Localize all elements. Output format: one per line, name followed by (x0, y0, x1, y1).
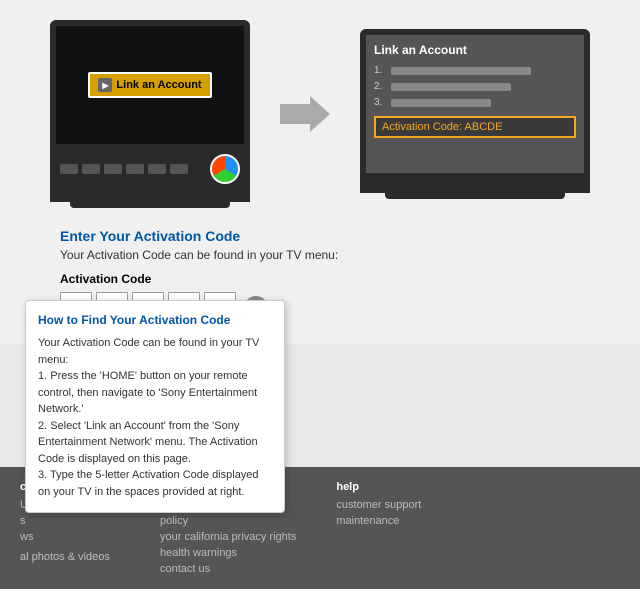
tv-right-screen: Link an Account 1. 2. 3. (366, 35, 584, 173)
tv-btn-4 (126, 164, 144, 174)
tv-right-line-2: 2. (374, 81, 576, 92)
footer-link-ca-privacy[interactable]: your california privacy rights (160, 531, 296, 543)
tv-right-frame: Link an Account 1. 2. 3. (360, 29, 590, 179)
tv-btn-1 (60, 164, 78, 174)
footer-link-s[interactable]: s (20, 515, 120, 527)
tv-line-bar-3 (391, 99, 491, 107)
tv-btn-6 (170, 164, 188, 174)
tv-right-title: Link an Account (374, 43, 576, 57)
tv-left-stand (50, 188, 250, 202)
footer-link-policy[interactable]: policy (160, 515, 296, 527)
activation-code-tooltip: How to Find Your Activation Code Your Ac… (25, 300, 285, 513)
tv-right-line-3: 3. (374, 97, 576, 108)
tv-activation-code-display: Activation Code: ABCDE (374, 116, 576, 138)
tv-right-lines: 1. 2. 3. (374, 65, 576, 108)
tv-btn-5 (148, 164, 166, 174)
footer-link-maintenance[interactable]: maintenance (336, 515, 436, 527)
footer-link-ws[interactable]: ws (20, 531, 120, 543)
footer-col-3-title: help (336, 481, 436, 493)
tv-line-bar-1 (391, 67, 531, 75)
link-icon: ▶ (98, 78, 112, 92)
link-account-tv-label: Link an Account (116, 79, 201, 91)
tv-right-stand (360, 179, 590, 193)
footer-link-photos[interactable]: al photos & videos (20, 551, 120, 563)
link-account-tv-button: ▶ Link an Account (88, 72, 211, 98)
tv-line-num-1: 1. (374, 65, 386, 76)
footer-col-3: help customer support maintenance (336, 481, 436, 575)
tv-illustration-area: ▶ Link an Account (30, 20, 610, 208)
tv-logo (210, 154, 240, 184)
footer-link-health[interactable]: health warnings (160, 547, 296, 559)
activation-description: Your Activation Code can be found in you… (60, 248, 580, 262)
tv-btn-2 (82, 164, 100, 174)
tv-left-screen: ▶ Link an Account (56, 26, 244, 144)
tooltip-title: How to Find Your Activation Code (38, 313, 272, 327)
tv-right-base (385, 193, 565, 199)
tv-left: ▶ Link an Account (50, 20, 250, 208)
tv-line-num-2: 2. (374, 81, 386, 92)
tv-left-buttons (60, 164, 188, 174)
activation-title: Enter Your Activation Code (60, 228, 580, 244)
footer-link-contact[interactable]: contact us (160, 563, 296, 575)
tv-line-num-3: 3. (374, 97, 386, 108)
tooltip-body: Your Activation Code can be found in you… (38, 335, 272, 500)
tv-btn-3 (104, 164, 122, 174)
tv-left-base (70, 202, 230, 208)
tv-line-bar-2 (391, 83, 511, 91)
tv-left-bottom-bar (50, 150, 250, 188)
tv-right-line-1: 1. (374, 65, 576, 76)
arrow-icon (280, 94, 330, 134)
tv-left-frame: ▶ Link an Account (50, 20, 250, 150)
activation-field-label: Activation Code (60, 272, 580, 286)
tv-right: Link an Account 1. 2. 3. (360, 29, 590, 199)
footer-link-support[interactable]: customer support (336, 499, 436, 511)
